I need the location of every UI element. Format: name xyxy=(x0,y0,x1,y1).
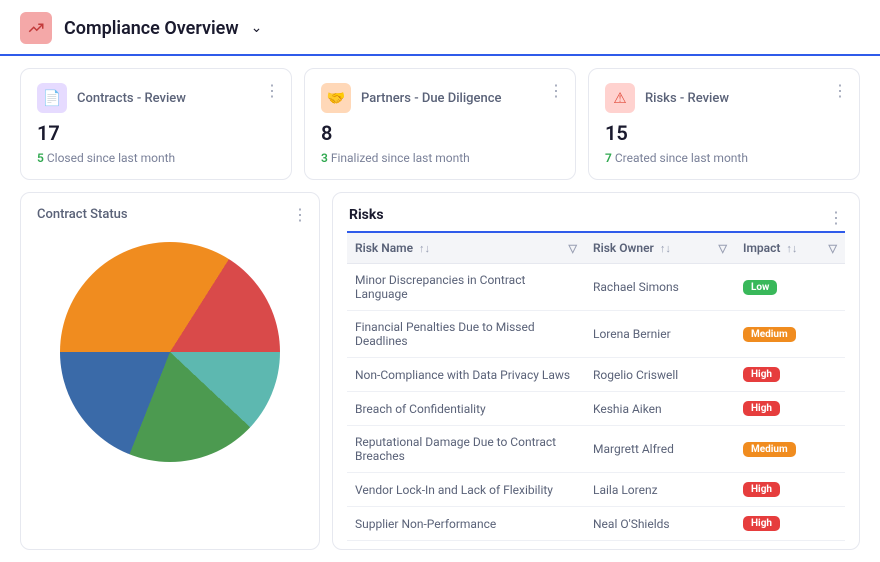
table-row[interactable]: Financial Penalties Due to Missed Deadli… xyxy=(347,311,845,358)
impact-badge: High xyxy=(743,516,780,531)
cell-risk-owner: Margrett Alfred xyxy=(585,426,735,472)
risks-table-body: Minor Discrepancies in Contract Language… xyxy=(347,264,845,541)
cell-risk-owner: Rogelio Criswell xyxy=(585,358,735,391)
cell-risk-owner: Laila Lorenz xyxy=(585,473,735,506)
table-row[interactable]: Reputational Damage Due to Contract Brea… xyxy=(347,426,845,473)
impact-badge: High xyxy=(743,401,780,416)
filter-icon[interactable]: ▽ xyxy=(829,242,837,255)
impact-badge: Low xyxy=(743,280,777,295)
cell-risk-owner: Neal O'Shields xyxy=(585,507,735,540)
stat-value: 17 xyxy=(37,121,275,145)
cell-impact: High xyxy=(735,507,845,540)
table-row[interactable]: Vendor Lock-In and Lack of FlexibilityLa… xyxy=(347,473,845,507)
cell-risk-name: Minor Discrepancies in Contract Language xyxy=(347,264,585,310)
col-risk-owner[interactable]: Risk Owner ↑↓▽ xyxy=(585,233,735,263)
filter-icon[interactable]: ▽ xyxy=(569,242,577,255)
stat-value: 15 xyxy=(605,121,843,145)
cell-risk-owner: Lorena Bernier xyxy=(585,311,735,357)
pie-chart xyxy=(37,232,303,468)
partners-icon: 🤝 xyxy=(321,83,351,113)
chart-card-contract-status: ⋮ Contract Status xyxy=(20,192,320,550)
cell-impact: Medium xyxy=(735,426,845,472)
page-title[interactable]: Compliance Overview xyxy=(64,18,239,39)
cell-risk-name: Supplier Non-Performance xyxy=(347,507,585,540)
cell-risk-name: Reputational Damage Due to Contract Brea… xyxy=(347,426,585,472)
impact-badge: Medium xyxy=(743,442,796,457)
risks-title: Risks xyxy=(347,203,386,231)
chevron-down-icon[interactable]: ⌄ xyxy=(251,20,263,36)
col-impact[interactable]: Impact ↑↓▽ xyxy=(735,233,845,263)
risks-table-header: Risk Name ↑↓▽ Risk Owner ↑↓▽ Impact ↑↓▽ xyxy=(347,231,845,264)
col-risk-name[interactable]: Risk Name ↑↓▽ xyxy=(347,233,585,263)
impact-badge: High xyxy=(743,482,780,497)
cell-impact: Medium xyxy=(735,311,845,357)
stat-title: Contracts - Review xyxy=(77,91,186,106)
page-header: Compliance Overview ⌄ xyxy=(0,0,880,56)
cell-risk-name: Vendor Lock-In and Lack of Flexibility xyxy=(347,473,585,506)
cell-risk-name: Financial Penalties Due to Missed Deadli… xyxy=(347,311,585,357)
sort-icon[interactable]: ↑↓ xyxy=(660,242,671,255)
cell-risk-name: Non-Compliance with Data Privacy Laws xyxy=(347,358,585,391)
sort-icon[interactable]: ↑↓ xyxy=(419,242,430,255)
cell-impact: High xyxy=(735,392,845,425)
table-row[interactable]: Non-Compliance with Data Privacy LawsRog… xyxy=(347,358,845,392)
impact-badge: Medium xyxy=(743,327,796,342)
cell-impact: High xyxy=(735,358,845,391)
stats-row: ⋮ 📄 Contracts - Review 17 5 Closed since… xyxy=(0,56,880,192)
cell-risk-name: Breach of Confidentiality xyxy=(347,392,585,425)
stat-title: Partners - Due Diligence xyxy=(361,91,502,106)
cell-risk-owner: Rachael Simons xyxy=(585,264,735,310)
chart-title: Contract Status xyxy=(37,207,303,222)
stat-subtext: 7 Created since last month xyxy=(605,151,843,165)
stat-card-partners: ⋮ 🤝 Partners - Due Diligence 8 3 Finaliz… xyxy=(304,68,576,180)
stat-value: 8 xyxy=(321,121,559,145)
risks-card: Risks ⋮ Risk Name ↑↓▽ Risk Owner ↑↓▽ Imp… xyxy=(332,192,860,550)
card-menu-icon[interactable]: ⋮ xyxy=(548,81,565,100)
stat-title: Risks - Review xyxy=(645,91,729,106)
chart-line-icon xyxy=(20,12,52,44)
impact-badge: High xyxy=(743,367,780,382)
card-menu-icon[interactable]: ⋮ xyxy=(828,208,845,227)
card-menu-icon[interactable]: ⋮ xyxy=(832,81,849,100)
cell-risk-owner: Keshia Aiken xyxy=(585,392,735,425)
stat-subtext: 5 Closed since last month xyxy=(37,151,275,165)
stat-card-contracts: ⋮ 📄 Contracts - Review 17 5 Closed since… xyxy=(20,68,292,180)
card-menu-icon[interactable]: ⋮ xyxy=(264,81,281,100)
stat-subtext: 3 Finalized since last month xyxy=(321,151,559,165)
cell-impact: High xyxy=(735,473,845,506)
risks-icon: ⚠ xyxy=(605,83,635,113)
cell-impact: Low xyxy=(735,264,845,310)
table-row[interactable]: Minor Discrepancies in Contract Language… xyxy=(347,264,845,311)
filter-icon[interactable]: ▽ xyxy=(719,242,727,255)
table-row[interactable]: Breach of ConfidentialityKeshia Aiken Hig… xyxy=(347,392,845,426)
contracts-icon: 📄 xyxy=(37,83,67,113)
stat-card-risks: ⋮ ⚠ Risks - Review 15 7 Created since la… xyxy=(588,68,860,180)
card-menu-icon[interactable]: ⋮ xyxy=(292,205,309,224)
sort-icon[interactable]: ↑↓ xyxy=(786,242,797,255)
